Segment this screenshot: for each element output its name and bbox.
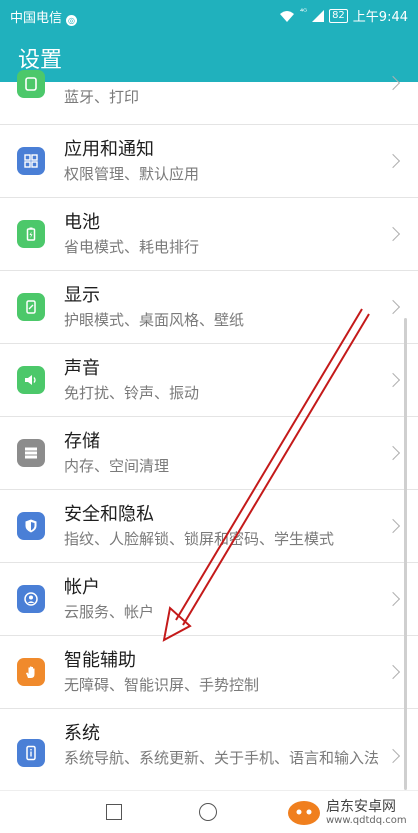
shield-icon <box>17 512 45 540</box>
network-type: ⁴ᴳ <box>299 7 308 16</box>
settings-item-title: 电池 <box>64 212 100 233</box>
carrier-badge-icon: ◎ <box>66 15 78 26</box>
battery-indicator: 82 <box>329 8 348 23</box>
chevron-right-icon <box>385 153 401 169</box>
settings-item-subtitle: 云服务、帐户 <box>64 603 155 621</box>
carrier-name: 中国电信 ◎ <box>10 7 78 26</box>
account-icon <box>17 585 45 613</box>
settings-item-title: 存储 <box>64 431 100 452</box>
settings-item-sound[interactable]: 声音 免打扰、铃声、振动 <box>0 344 418 417</box>
chevron-right-icon <box>385 445 401 461</box>
settings-item-subtitle: 指纹、人脸解锁、锁屏和密码、学生模式 <box>64 530 335 548</box>
settings-list: 蓝牙、打印 应用和通知 权限管理、默认应用 电池 省电模式、耗电排行 显示 护眼… <box>0 70 418 801</box>
settings-item-subtitle: 省电模式、耗电排行 <box>64 238 200 256</box>
settings-item-system[interactable]: 系统 系统导航、系统更新、关于手机、语言和输入法 <box>0 709 418 801</box>
app-bar: 设置 <box>0 30 418 82</box>
settings-item-title: 安全和隐私 <box>64 504 154 525</box>
watermark-url: www.qdtdq.com <box>326 814 407 826</box>
settings-item-title: 帐户 <box>64 577 100 598</box>
battery-icon <box>17 220 45 248</box>
recent-apps-button[interactable] <box>106 804 122 820</box>
system-info-icon <box>17 739 45 767</box>
speaker-icon <box>17 366 45 394</box>
settings-item-security[interactable]: 安全和隐私 指纹、人脸解锁、锁屏和密码、学生模式 <box>0 490 418 563</box>
watermark-text: 启东安卓网 <box>326 798 396 815</box>
hand-icon <box>17 658 45 686</box>
settings-item-subtitle: 内存、空间清理 <box>64 457 170 475</box>
display-icon <box>17 293 45 321</box>
scrollbar[interactable] <box>404 318 407 790</box>
apps-grid-icon <box>17 147 45 175</box>
wifi-icon <box>279 10 294 22</box>
home-button[interactable] <box>199 803 217 821</box>
settings-item-subtitle: 系统导航、系统更新、关于手机、语言和输入法 <box>64 749 380 767</box>
settings-item-title: 应用和通知 <box>64 139 154 160</box>
settings-item-title: 系统 <box>64 723 100 744</box>
signal-icon <box>312 9 325 22</box>
settings-item-assist[interactable]: 智能辅助 无障碍、智能识屏、手势控制 <box>0 636 418 709</box>
settings-item-bluetooth[interactable]: 蓝牙、打印 <box>0 70 418 125</box>
chevron-right-icon <box>385 372 401 388</box>
storage-icon <box>17 439 45 467</box>
settings-item-account[interactable]: 帐户 云服务、帐户 <box>0 563 418 636</box>
settings-item-subtitle: 免打扰、铃声、振动 <box>64 384 200 402</box>
settings-item-title: 声音 <box>64 358 100 379</box>
chevron-right-icon <box>385 591 401 607</box>
settings-item-subtitle: 无障碍、智能识屏、手势控制 <box>64 676 260 694</box>
settings-item-subtitle: 护眼模式、桌面风格、壁纸 <box>64 311 245 329</box>
settings-item-storage[interactable]: 存储 内存、空间清理 <box>0 417 418 490</box>
watermark-logo-icon <box>288 801 320 825</box>
settings-item-subtitle: 权限管理、默认应用 <box>64 165 200 183</box>
status-bar: 中国电信 ◎ ⁴ᴳ 82 上午9:44 <box>0 0 418 30</box>
settings-item-battery[interactable]: 电池 省电模式、耗电排行 <box>0 198 418 271</box>
status-indicators: ⁴ᴳ 82 上午9:44 <box>279 6 408 25</box>
settings-item-title: 显示 <box>64 285 100 306</box>
settings-item-title: 智能辅助 <box>64 650 136 671</box>
settings-item-display[interactable]: 显示 护眼模式、桌面风格、壁纸 <box>0 271 418 344</box>
chevron-right-icon <box>385 518 401 534</box>
chevron-right-icon <box>385 299 401 315</box>
device-connection-icon <box>17 70 45 98</box>
chevron-right-icon <box>385 664 401 680</box>
clock: 上午9:44 <box>352 10 408 25</box>
settings-item-apps[interactable]: 应用和通知 权限管理、默认应用 <box>0 125 418 198</box>
settings-item-subtitle: 蓝牙、打印 <box>64 88 140 106</box>
chevron-right-icon <box>385 226 401 242</box>
watermark: 启东安卓网 www.qdtdq.com <box>286 793 407 831</box>
